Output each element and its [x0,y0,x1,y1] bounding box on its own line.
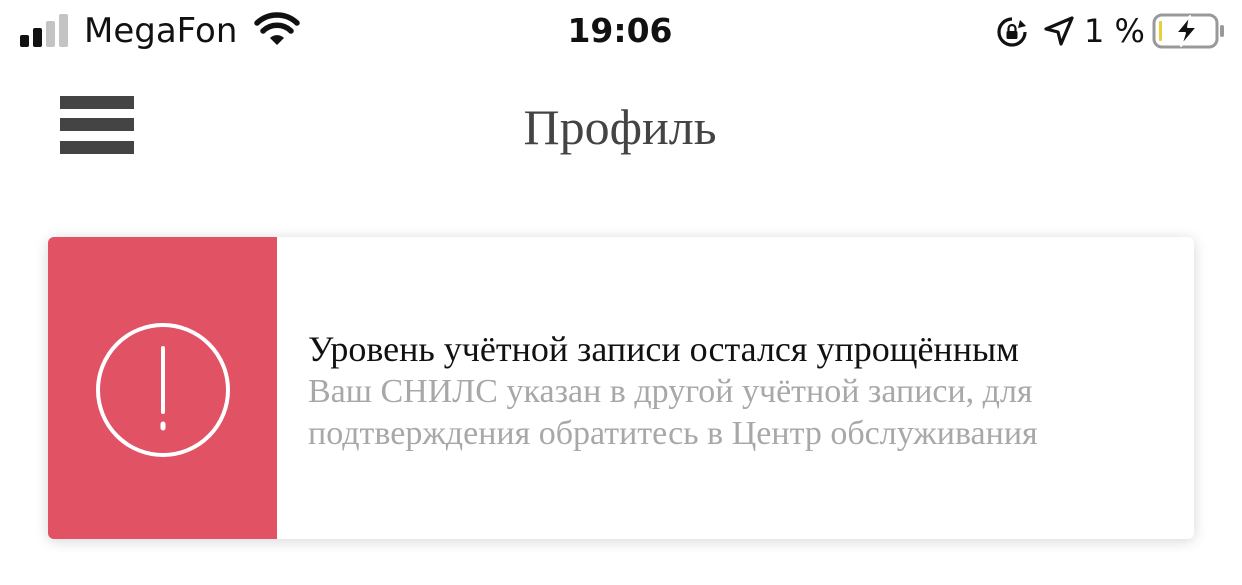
signal-icon [20,14,68,47]
alert-title: Уровень учётной записи остался упрощённы… [308,329,1019,369]
battery-percentage: 1 % [1084,12,1145,50]
menu-button[interactable] [58,96,136,158]
rotation-lock-icon [997,17,1027,47]
account-level-alert-card: Уровень учётной записи остался упрощённы… [48,237,1194,539]
battery-charging-icon [1152,13,1224,49]
page-title: Профиль [523,99,717,155]
alert-text: Уровень учётной записи остался упрощённы… [308,327,1168,455]
exclamation-circle-icon [96,323,230,457]
hamburger-menu-icon [60,118,134,131]
alert-icon-panel [48,237,277,539]
alert-message: Ваш СНИЛС указан в другой учётной записи… [308,373,1038,452]
wifi-icon [254,12,300,45]
status-bar: MegaFon 19:06 1 % [0,0,1242,66]
clock-time: 19:06 [567,11,673,50]
carrier-name: MegaFon [84,11,238,51]
location-arrow-icon [1044,16,1074,46]
hamburger-menu-icon [60,141,134,154]
hamburger-menu-icon [60,96,134,109]
